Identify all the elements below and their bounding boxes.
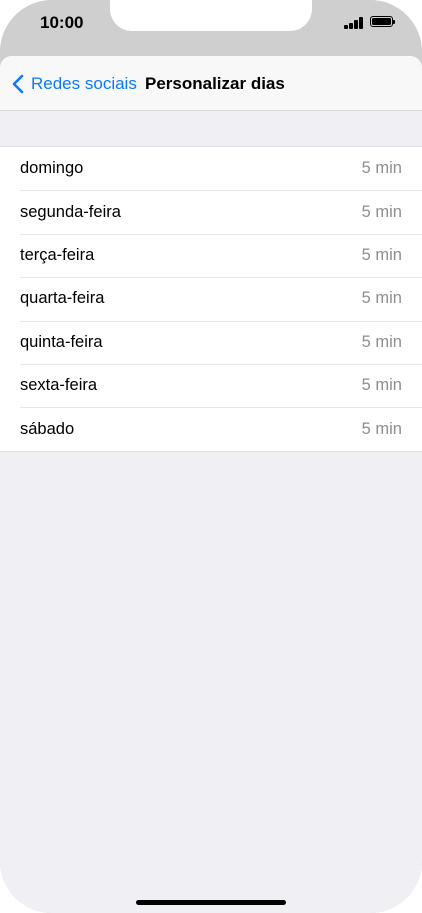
navigation-bar: Redes sociais Personalizar dias	[0, 56, 422, 111]
day-value: 5 min	[361, 245, 402, 264]
day-value: 5 min	[361, 419, 402, 438]
list-item-day[interactable]: segunda-feira 5 min	[0, 190, 422, 233]
phone-frame: 10:00 Redes sociais Personalizar dias do…	[0, 0, 422, 913]
chevron-left-icon	[12, 74, 24, 94]
back-button-label: Redes sociais	[31, 74, 137, 93]
list-item-day[interactable]: quinta-feira 5 min	[0, 320, 422, 364]
day-value: 5 min	[361, 376, 402, 395]
signal-icon	[344, 17, 364, 29]
day-value: 5 min	[361, 289, 402, 308]
day-label: sexta-feira	[20, 376, 98, 395]
list-item-day[interactable]: sexta-feira 5 min	[0, 363, 422, 407]
page-title: Personalizar dias	[145, 74, 285, 93]
day-value: 5 min	[361, 332, 402, 351]
day-label: quinta-feira	[20, 332, 103, 351]
notch	[110, 0, 312, 31]
day-label: quarta-feira	[20, 289, 105, 308]
status-bar: 10:00	[0, 0, 422, 56]
day-label: terça-feira	[20, 245, 95, 264]
day-value: 5 min	[361, 159, 402, 178]
day-label: segunda-feira	[20, 202, 121, 221]
screen: Redes sociais Personalizar dias domingo …	[0, 56, 422, 913]
battery-icon	[370, 16, 395, 27]
list-item-day[interactable]: domingo 5 min	[0, 147, 422, 190]
back-button[interactable]: Redes sociais	[12, 72, 137, 96]
list-item-day[interactable]: sábado 5 min	[0, 407, 422, 450]
list-item-day[interactable]: terça-feira 5 min	[0, 233, 422, 277]
status-time: 10:00	[40, 13, 84, 32]
home-indicator[interactable]	[136, 900, 286, 905]
days-list: domingo 5 min segunda-feira 5 min terça-…	[0, 146, 422, 452]
day-label: sábado	[20, 419, 75, 438]
list-item-day[interactable]: quarta-feira 5 min	[0, 277, 422, 320]
day-label: domingo	[20, 159, 84, 178]
day-value: 5 min	[361, 202, 402, 221]
